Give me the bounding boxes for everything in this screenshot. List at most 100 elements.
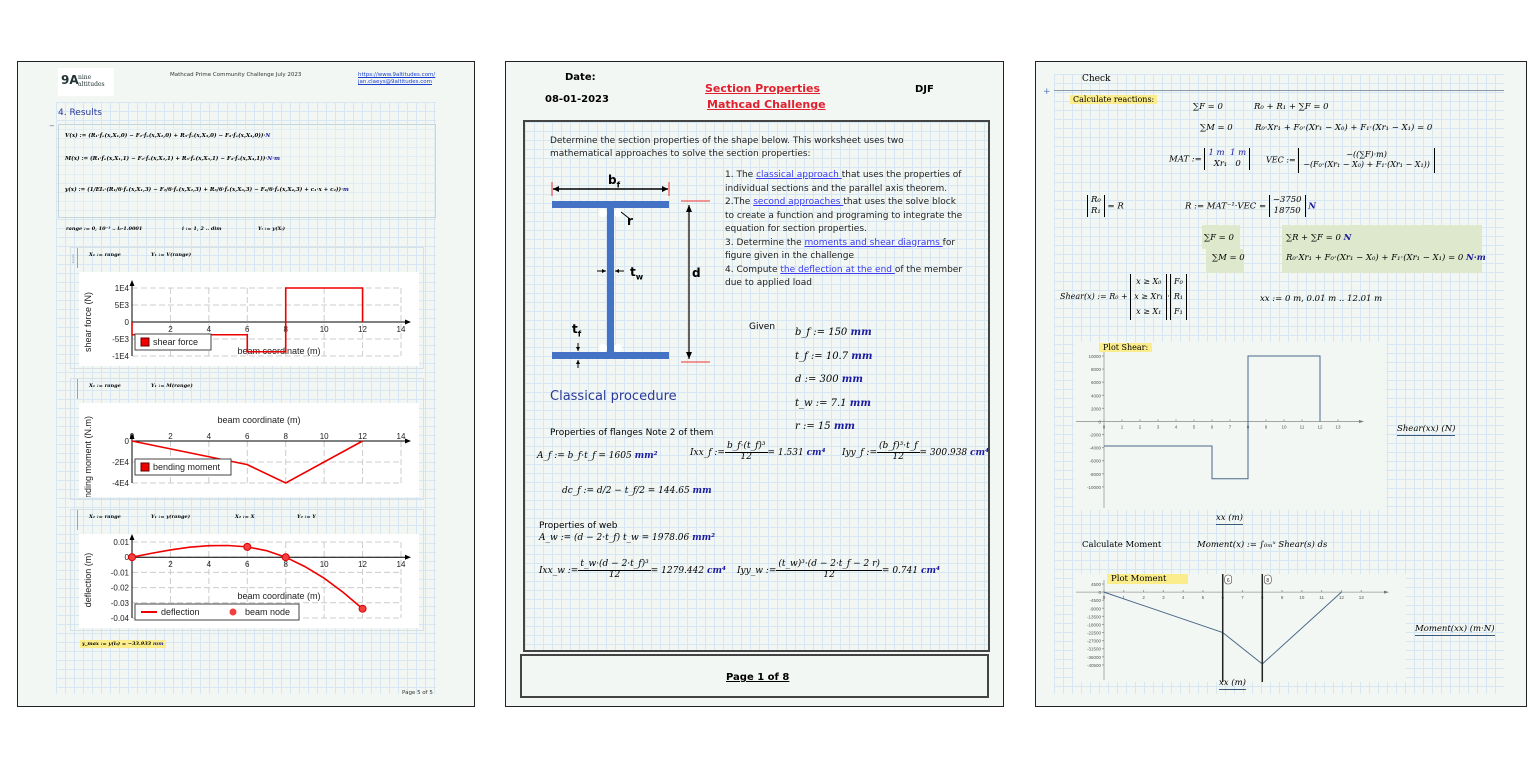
x-tick-label: 6 [245, 560, 250, 569]
y-tick-label: -13500 [1087, 614, 1102, 619]
calc-moment-label: Calculate Moment [1082, 540, 1162, 550]
doc-title-1: Section Properties [705, 82, 820, 95]
x-tick-label: 2 [168, 432, 173, 441]
bottom-flange [552, 352, 669, 359]
calc-reactions-label: Calculate reactions: [1070, 95, 1158, 104]
plot3-input-y2: Y₂ := Y [297, 514, 316, 520]
legend-label: beam node [245, 607, 290, 617]
y-tick-label: 2000 [1091, 406, 1102, 411]
x-axis-label: beam coordinate (m) [237, 591, 320, 601]
plot-shear-chart: 1000080006000400020000-2000-4000-6000-80… [1074, 342, 1386, 510]
x-tick-label: 12 [358, 560, 367, 569]
logo: 9A nine altitudes [58, 68, 114, 96]
doc-title-2: Mathcad Challenge [707, 98, 826, 111]
link-classical-approach[interactable]: classical approach [756, 170, 842, 180]
expand-icon[interactable]: + [1043, 87, 1051, 97]
check-heading: Check [1082, 74, 1111, 84]
link-second-approaches[interactable]: second approaches [753, 197, 843, 207]
author: DJF [915, 84, 934, 95]
plot-moment-label: Plot Moment [1107, 574, 1189, 584]
i-def: i := 1, 2 .. dim [182, 226, 222, 232]
x-tick-label: 8 [283, 432, 288, 441]
approach-item-4: 4. Compute the deflection at the end of … [725, 264, 963, 289]
legend-swatch [140, 462, 150, 472]
y-tick-label: 0.01 [113, 538, 129, 547]
x-tick-label: 14 [397, 560, 406, 569]
y-axis-arrow [129, 280, 135, 286]
given-r: r := 15 mm [795, 421, 855, 432]
y-tick-label: -6000 [1089, 459, 1101, 464]
marker-label: 6 [1227, 578, 1230, 584]
header-link-url[interactable]: https://www.9altitudes.com/ [358, 72, 435, 78]
inputs-tab[interactable] [71, 510, 78, 530]
eq-Af: A_f := b_f·t_f = 1605 mm² [537, 451, 658, 461]
y-axis-label: bending moment (N.m) [83, 416, 93, 497]
web [607, 208, 614, 352]
x-tick-label: 2 [168, 325, 173, 334]
link-deflection[interactable]: the deflection at the end [780, 265, 895, 275]
x-tick-label: 14 [397, 325, 406, 334]
Y-def: Yᵢ := y(Xᵢ) [258, 226, 285, 232]
y-tick-label: -4E4 [112, 479, 129, 488]
x-tick-label: 12 [1317, 424, 1323, 429]
given-list: b_f := 150 mm t_f := 10.7 mm d := 300 mm… [795, 321, 872, 439]
approach-item-2: 2.The second approaches that uses the so… [725, 197, 963, 234]
beam-node-point [128, 553, 136, 562]
R-result: R := MAT⁻¹·VEC = −3750 18750 N [1185, 195, 1317, 218]
shear-xlabel[interactable]: xx (m) [1216, 513, 1243, 525]
eq-deflection: y(x) := (1/EIₓ·(R₁/6·fₑ(x,X₁,3) − F₂/6·f… [65, 187, 344, 193]
y-tick-label: -5E3 [112, 335, 129, 344]
given-tf: t_f := 10.7 mm [795, 350, 873, 362]
approach-item-1: 1. The classical approach that uses the … [725, 170, 962, 194]
header-link-email[interactable]: jan.claeys@9altitudes.com [358, 79, 432, 85]
moment-ylabel[interactable]: Moment(xx) (m·N) [1415, 624, 1495, 636]
logo-mark: 9A [61, 73, 79, 87]
sumF: ∑F = 0 [1193, 102, 1223, 112]
flanges-heading: Properties of flanges Note 2 of them [550, 428, 714, 438]
y-tick-label: -4000 [1089, 446, 1101, 451]
label-r: r [627, 214, 633, 228]
eq-shear: V(x) := (R₁·fₑ(x,X₁,0) − F₂·fₑ(x,X₂,0) +… [65, 133, 266, 139]
label-tw: tw [630, 265, 644, 282]
approach-list: 1. The classical approach that uses the … [725, 169, 963, 291]
approach-item-3: 3. Determine the moments and shear diagr… [725, 237, 956, 262]
moment-xlabel[interactable]: xx (m) [1219, 678, 1246, 690]
x-tick-label: 13 [1335, 424, 1341, 429]
eq-deflection-unit: m [343, 187, 349, 193]
x-tick-label: 8 [283, 560, 288, 569]
x-tick-label: 14 [397, 432, 406, 441]
y-tick-label: 0 [125, 318, 130, 327]
plot-region-deflection: X₁ := range Y₁ := y(range) X₂ := X Y₂ :=… [70, 509, 424, 631]
inputs-tab[interactable]: Inputs [71, 248, 78, 268]
x-tick-label: 10 [320, 432, 329, 441]
x-tick-label: 11 [1319, 595, 1324, 600]
inputs-tab[interactable] [71, 379, 78, 399]
x-tick-label: 12 [358, 325, 367, 334]
header-title: Mathcad Prime Community Challenge July 2… [170, 72, 302, 78]
y-tick-label: -8000 [1089, 472, 1101, 477]
x-tick-label: 13 [1359, 595, 1365, 600]
y-tick-label: 1E4 [115, 284, 130, 293]
y-tick-label: -0.03 [111, 599, 130, 608]
y-tick-label: -36000 [1087, 655, 1102, 660]
y-tick-label: -2000 [1089, 433, 1101, 438]
legend-label: bending moment [153, 462, 221, 472]
page-section-properties: Date: 08-01-2023 Section Properties Math… [505, 61, 1004, 707]
shear-force-chart: 1E45E30-5E3-1E42 4 6 8 10 12 14shear force (N)… [79, 272, 419, 366]
y-tick-label: -10000 [1087, 485, 1102, 490]
plot1-input-x: X₁ := range [89, 252, 121, 258]
x-tick-label: 10 [320, 325, 329, 334]
collapse-icon[interactable]: − [49, 122, 55, 130]
equation-region: V(x) := (R₁·fₑ(x,X₁,0) − F₂·fₑ(x,X₂,0) +… [58, 124, 436, 218]
given-d: d := 300 mm [795, 374, 863, 385]
x-axis-arrow [405, 319, 411, 325]
plot-region-moment: X₁ := range Y₁ := M(range) 0-2E4-4E40246… [70, 378, 424, 500]
link-moments-shear[interactable]: moments and shear diagrams [805, 238, 943, 248]
shear-ylabel[interactable]: Shear(xx) (N) [1397, 424, 1456, 436]
top-flange [552, 201, 669, 208]
x-tick-label: 12 [1339, 595, 1345, 600]
sumM: ∑M = 0 [1200, 123, 1233, 133]
y-tick-label: 10000 [1088, 354, 1101, 359]
x-axis-label: beam coordinate (m) [217, 415, 300, 425]
y-tick-label: -27000 [1087, 639, 1102, 644]
